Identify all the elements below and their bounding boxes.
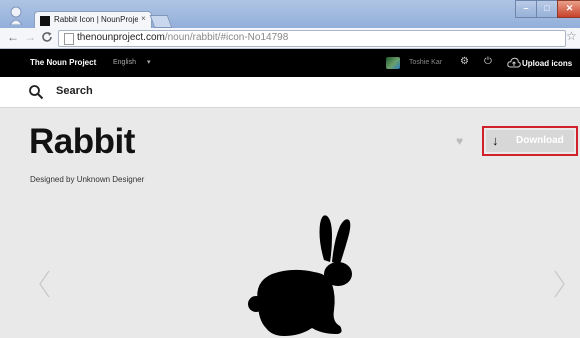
download-label: Download <box>516 135 564 146</box>
language-selector[interactable]: English <box>113 59 136 66</box>
url-text: thenounproject.com/noun/rabbit/#icon-No1… <box>77 32 288 43</box>
designer-credit: Designed by Unknown Designer <box>30 175 145 184</box>
upload-icons-link[interactable]: Upload icons <box>522 59 572 68</box>
user-profile-icon[interactable] <box>8 5 24 25</box>
minimize-icon: – <box>523 3 529 13</box>
reload-icon[interactable] <box>41 31 53 43</box>
search-bar[interactable]: Search <box>0 77 580 108</box>
url-host: thenounproject.com <box>77 32 165 43</box>
tab-close-icon[interactable]: × <box>141 14 146 23</box>
favicon-icon <box>40 16 50 26</box>
maximize-icon: □ <box>544 3 550 13</box>
heart-icon[interactable]: ♥ <box>456 134 463 148</box>
forward-button[interactable]: → <box>24 30 36 44</box>
back-button[interactable]: ← <box>7 30 19 44</box>
search-icon[interactable] <box>28 84 44 100</box>
close-icon: ✕ <box>565 3 574 13</box>
page-icon <box>64 33 74 45</box>
new-tab-button[interactable] <box>149 15 173 28</box>
address-bar[interactable]: thenounproject.com/noun/rabbit/#icon-No1… <box>58 30 566 47</box>
username[interactable]: Toshie Kar <box>409 59 442 66</box>
download-arrow-icon: ↓ <box>492 133 499 148</box>
rabbit-icon <box>248 215 352 336</box>
search-input[interactable]: Search <box>56 85 93 97</box>
site-logo[interactable]: The Noun Project <box>30 58 96 67</box>
power-icon[interactable]: ⏻ <box>484 56 492 67</box>
close-window-button[interactable]: ✕ <box>557 0 580 18</box>
browser-titlebar: Rabbit Icon | NounProject × – □ ✕ <box>0 0 580 30</box>
minimize-button[interactable]: – <box>515 0 537 18</box>
url-path: /noun/rabbit/#icon-No14798 <box>164 32 289 43</box>
bookmark-star-icon[interactable]: ☆ <box>566 29 577 43</box>
page-title: Rabbit <box>29 122 135 161</box>
previous-arrow-icon[interactable] <box>38 270 50 298</box>
maximize-button[interactable]: □ <box>536 0 558 18</box>
tab-title: Rabbit Icon | NounProject <box>54 15 138 24</box>
site-header: The Noun Project English ▾ Toshie Kar ⚙ … <box>0 49 580 77</box>
next-arrow-icon[interactable] <box>554 270 566 298</box>
cloud-upload-icon[interactable] <box>507 57 521 68</box>
gear-icon[interactable]: ⚙ <box>460 56 469 67</box>
avatar[interactable] <box>386 57 400 69</box>
chevron-down-icon[interactable]: ▾ <box>147 58 151 66</box>
download-button[interactable]: ↓ Download <box>486 130 574 152</box>
